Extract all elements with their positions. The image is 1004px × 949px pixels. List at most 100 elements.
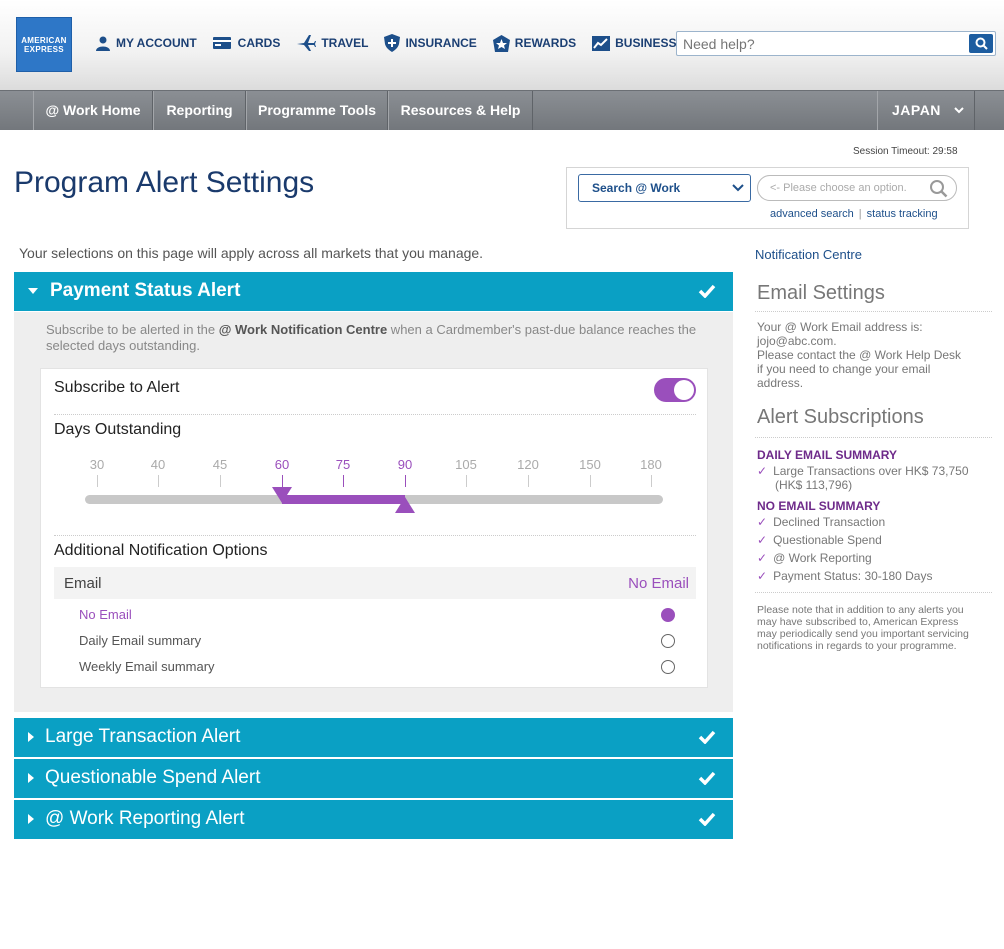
help-search-input[interactable] <box>677 32 962 55</box>
amex-logo[interactable]: AMERICAN EXPRESS <box>16 17 72 72</box>
tick-mark <box>651 475 652 487</box>
nav-travel-label: TRAVEL <box>321 36 369 50</box>
caret-right-icon <box>28 732 34 742</box>
toggle-knob <box>674 380 694 400</box>
divider <box>755 592 992 593</box>
work-reporting-alert-title: @ Work Reporting Alert <box>45 808 245 829</box>
nav-insurance-label: INSURANCE <box>405 36 477 50</box>
no-email-item-text: @ Work Reporting <box>773 551 872 565</box>
page-title: Program Alert Settings <box>14 166 315 199</box>
option-weekly-email[interactable]: Weekly Email summary <box>79 659 215 674</box>
email-address: jojo@abc.com. <box>757 334 837 348</box>
nav-business[interactable]: BUSINESS <box>592 34 677 52</box>
status-tracking-link[interactable]: status tracking <box>867 208 938 220</box>
top-header: AMERICAN EXPRESS MY ACCOUNT CARDS TRAVEL… <box>0 0 1004 90</box>
tick-label: 40 <box>150 457 166 472</box>
navbar-work-home[interactable]: @ Work Home <box>33 91 153 130</box>
navbar-resources-help[interactable]: Resources & Help <box>388 91 533 130</box>
no-email-item-text: Payment Status: 30-180 Days <box>773 569 933 583</box>
help-search <box>676 31 996 56</box>
nav-business-label: BUSINESS <box>615 36 677 50</box>
tick-mark <box>590 475 591 487</box>
payment-status-alert-header[interactable]: Payment Status Alert <box>14 272 733 311</box>
tick-label: 90 <box>397 457 413 472</box>
tick-mark <box>158 475 159 487</box>
option-no-email[interactable]: No Email <box>79 607 132 622</box>
large-transaction-alert-header[interactable]: Large Transaction Alert <box>14 718 733 757</box>
email-text-4: address. <box>757 376 804 390</box>
search-work-select[interactable]: Search @ Work <box>578 174 751 202</box>
magnifier-icon[interactable] <box>929 179 948 198</box>
additional-options-label: Additional Notification Options <box>54 542 268 559</box>
nav-travel[interactable]: TRAVEL <box>296 34 368 52</box>
no-email-item-text: Declined Transaction <box>773 515 886 529</box>
advanced-search-link[interactable]: advanced search <box>770 208 854 220</box>
radio-no-email[interactable] <box>661 608 675 622</box>
navbar-programme-tools[interactable]: Programme Tools <box>246 91 388 130</box>
tick-mark <box>97 475 98 487</box>
tick-label: 60 <box>274 457 290 472</box>
no-email-summary-title: NO EMAIL SUMMARY <box>757 499 881 513</box>
daily-email-summary-title: DAILY EMAIL SUMMARY <box>757 448 898 462</box>
search-work-panel: Search @ Work <- Please choose an option… <box>566 167 969 229</box>
check-icon: ✓ <box>757 533 768 547</box>
nav-cards-label: CARDS <box>237 36 281 50</box>
country-selector[interactable]: JAPAN <box>877 91 975 130</box>
nav-my-account[interactable]: MY ACCOUNT <box>95 34 197 52</box>
help-search-button[interactable] <box>969 34 993 53</box>
slider-handle-to[interactable] <box>395 497 415 513</box>
navbar-reporting[interactable]: Reporting <box>153 91 246 130</box>
payment-alert-description: Subscribe to be alerted in the @ Work No… <box>46 322 706 354</box>
email-row: Email No Email <box>54 567 696 599</box>
nav-insurance[interactable]: INSURANCE <box>384 34 477 52</box>
divider <box>755 311 992 312</box>
questionable-spend-alert-title: Questionable Spend Alert <box>45 767 261 788</box>
search-work-links: advanced search | status tracking <box>770 208 938 220</box>
radio-daily-email[interactable] <box>661 634 675 648</box>
subscribe-label: Subscribe to Alert <box>54 379 180 396</box>
checkmark-icon <box>698 730 716 744</box>
top-nav: MY ACCOUNT CARDS TRAVEL INSURANCE REWARD… <box>95 34 693 52</box>
nav-rewards[interactable]: REWARDS <box>492 34 577 52</box>
option-daily-email[interactable]: Daily Email summary <box>79 633 201 648</box>
payment-status-alert-title: Payment Status Alert <box>50 280 241 301</box>
tick-label: 120 <box>517 457 539 472</box>
session-timeout: Session Timeout: 29:58 <box>853 146 958 157</box>
tick-mark <box>282 475 283 487</box>
checkmark-icon <box>698 771 716 785</box>
large-transaction-alert-title: Large Transaction Alert <box>45 726 241 747</box>
alert-settings-card: Subscribe to Alert Days Outstanding 30 4… <box>40 368 708 688</box>
country-label: JAPAN <box>892 102 941 118</box>
chevron-down-icon <box>954 107 964 114</box>
tick-label: 180 <box>640 457 662 472</box>
days-outstanding-slider[interactable]: 30 40 45 60 75 90 105 120 150 180 <box>85 457 665 517</box>
nav-my-account-label: MY ACCOUNT <box>116 36 197 50</box>
tick-label: 45 <box>212 457 228 472</box>
desc-notification-centre: @ Work Notification Centre <box>218 322 388 337</box>
days-outstanding-label: Days Outstanding <box>54 421 182 438</box>
tick-label: 30 <box>89 457 105 472</box>
divider <box>54 535 696 536</box>
nav-rewards-label: REWARDS <box>514 36 577 50</box>
servicing-note: Please note that in addition to any aler… <box>757 604 969 652</box>
tick-label: 150 <box>579 457 601 472</box>
radio-weekly-email[interactable] <box>661 660 675 674</box>
no-email-item-text: Questionable Spend <box>773 533 882 547</box>
work-reporting-alert-header[interactable]: @ Work Reporting Alert <box>14 800 733 839</box>
notification-centre-link[interactable]: Notification Centre <box>755 247 862 262</box>
check-icon: ✓ <box>757 569 768 583</box>
daily-item: ✓ Large Transactions over HK$ 73,750 <box>757 464 969 478</box>
nav-cards[interactable]: CARDS <box>212 34 281 52</box>
email-label: Email <box>64 575 102 592</box>
search-work-input[interactable]: <- Please choose an option. <box>757 175 957 201</box>
no-email-item: ✓ @ Work Reporting <box>757 551 872 565</box>
subscribe-toggle[interactable] <box>654 378 696 402</box>
search-work-placeholder: <- Please choose an option. <box>770 182 907 194</box>
check-icon: ✓ <box>757 464 768 478</box>
questionable-spend-alert-header[interactable]: Questionable Spend Alert <box>14 759 733 798</box>
search-work-select-label: Search @ Work <box>592 181 681 195</box>
search-icon <box>975 37 988 50</box>
slider-handle-from[interactable] <box>272 487 292 503</box>
no-email-item: ✓ Questionable Spend <box>757 533 882 547</box>
divider <box>54 414 696 415</box>
